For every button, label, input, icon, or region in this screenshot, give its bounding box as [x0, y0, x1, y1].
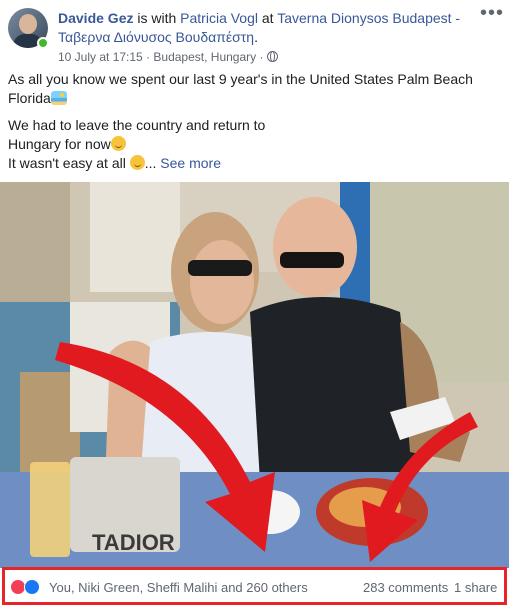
post-line-3: It wasn't easy at all	[8, 155, 130, 171]
post-body-text: As all you know we spent our last 9 year…	[8, 70, 503, 173]
post-photo-illustration: TADIOR	[0, 182, 509, 568]
white-pillar	[90, 182, 180, 292]
man-sunglasses	[280, 252, 344, 268]
post-paragraph-2: We had to leave the country and return t…	[8, 116, 503, 173]
beach-emoji	[50, 91, 67, 105]
smile-emoji	[110, 136, 126, 151]
author-name-link[interactable]: Davide Gez	[58, 10, 133, 26]
ellipsis: ...	[144, 155, 161, 171]
meta-separator-2: ·	[256, 50, 267, 64]
post-line-1: As all you know we spent our last 9 year…	[8, 71, 473, 106]
post-date-link[interactable]: 10 July at 17:15	[58, 50, 143, 64]
post-line-2a: We had to leave the country and return t…	[8, 117, 266, 133]
woman-sunglasses	[188, 260, 252, 276]
online-status-dot	[37, 37, 49, 49]
post-paragraph-1: As all you know we spent our last 9 year…	[8, 70, 503, 108]
post-location-link[interactable]: Budapest, Hungary	[153, 50, 256, 64]
see-more-link[interactable]: See more	[160, 155, 221, 171]
like-reaction-icon	[24, 579, 40, 595]
at-text: at	[258, 10, 278, 26]
post-title-line: Davide Gez is with Patricia Vogl at Tave…	[58, 9, 468, 47]
tagged-person-link[interactable]: Patricia Vogl	[180, 10, 258, 26]
meta-separator: ·	[142, 50, 154, 64]
reactors-link[interactable]: You, Niki Green, Sheffi Malihi and 260 o…	[49, 580, 308, 595]
post-line-2b: Hungary for now	[8, 136, 111, 152]
comments-count-link[interactable]: 283 comments	[363, 580, 448, 595]
globe-icon	[266, 51, 278, 62]
shares-count-link[interactable]: 1 share	[454, 580, 497, 595]
post-photo[interactable]: TADIOR	[0, 182, 509, 568]
with-text: is with	[133, 10, 181, 26]
man-vest	[250, 297, 420, 482]
man-head	[273, 197, 357, 297]
post-header: Davide Gez is with Patricia Vogl at Tave…	[0, 0, 509, 66]
woman-face	[190, 240, 254, 324]
handbag-text: TADIOR	[92, 530, 175, 555]
reaction-icons[interactable]	[10, 579, 46, 595]
more-options-button[interactable]: •••	[480, 3, 503, 24]
drink-glass	[30, 462, 70, 557]
place-end: .	[254, 29, 258, 45]
post-meta: 10 July at 17:15 · Budapest, Hungary ·	[58, 49, 278, 65]
upside-down-face-emoji	[129, 155, 145, 170]
avatar-face	[19, 14, 37, 34]
reactions-highlight-box: You, Niki Green, Sheffi Malihi and 260 o…	[2, 567, 507, 605]
